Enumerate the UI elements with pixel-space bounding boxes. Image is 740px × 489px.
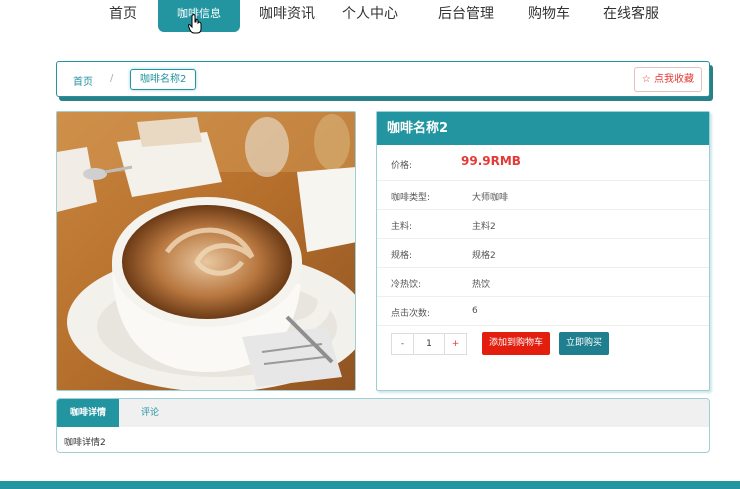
quantity-input[interactable]: 1	[414, 334, 444, 354]
buy-now-button[interactable]: 立即购买	[559, 332, 610, 355]
field-row: 主料: 主料2	[377, 210, 709, 239]
price-value: 99.9RMB	[461, 154, 521, 168]
field-value: 大师咖啡	[472, 193, 509, 203]
add-to-cart-button[interactable]: 添加到购物车	[482, 332, 551, 355]
product-title: 咖啡名称2	[377, 112, 709, 145]
field-label: 规格:	[391, 251, 413, 261]
tab-content: 咖啡详情2	[64, 438, 106, 448]
field-row: 规格: 规格2	[377, 239, 709, 268]
nav-item-personal-center[interactable]: 个人中心	[336, 0, 404, 32]
tab-comments[interactable]: 评论	[119, 399, 181, 427]
footer-bar	[0, 481, 740, 489]
nav-item-coffee-news[interactable]: 咖啡资讯	[253, 0, 321, 32]
quantity-increase-button[interactable]: +	[444, 334, 466, 354]
field-label: 点击次数:	[391, 309, 431, 319]
product-info-panel: 咖啡名称2 价格: 99.9RMB 咖啡类型: 大师咖啡 主料: 主料2 规格:…	[376, 111, 710, 391]
nav-item-cart[interactable]: 购物车	[522, 0, 576, 32]
field-value: 规格2	[472, 251, 496, 261]
breadcrumb-separator: /	[110, 73, 114, 84]
price-label: 价格:	[391, 161, 413, 171]
quantity-stepper: - 1 +	[391, 333, 467, 355]
field-label: 咖啡类型:	[391, 193, 431, 203]
field-row: 咖啡类型: 大师咖啡	[377, 181, 709, 210]
price-row: 价格: 99.9RMB	[377, 145, 709, 181]
hand-cursor-icon	[188, 14, 202, 34]
quantity-decrease-button[interactable]: -	[392, 334, 414, 354]
top-nav: 首页 咖啡信息 咖啡资讯 个人中心 后台管理 购物车 在线客服	[0, 0, 740, 32]
field-row: 冷热饮: 热饮	[377, 268, 709, 297]
nav-item-home[interactable]: 首页	[101, 0, 145, 32]
favorite-button[interactable]: ☆ 点我收藏	[633, 67, 702, 92]
field-row: 点击次数: 6	[377, 297, 709, 326]
field-value: 热饮	[472, 280, 491, 290]
tab-coffee-detail[interactable]: 咖啡详情	[57, 399, 119, 427]
field-label: 主料:	[391, 222, 413, 232]
detail-tabs: 咖啡详情 评论 咖啡详情2	[56, 398, 710, 453]
breadcrumb-home-link[interactable]: 首页	[73, 73, 93, 88]
field-label: 冷热饮:	[391, 280, 422, 290]
nav-item-admin[interactable]: 后台管理	[432, 0, 500, 32]
tab-header: 咖啡详情 评论	[57, 399, 709, 427]
product-image	[56, 111, 356, 391]
field-value: 6	[472, 306, 478, 316]
breadcrumb-current: 咖啡名称2	[130, 69, 197, 90]
field-value: 主料2	[472, 222, 496, 232]
breadcrumb: 首页 / 咖啡名称2 ☆ 点我收藏	[56, 61, 710, 97]
nav-item-online-service[interactable]: 在线客服	[597, 0, 665, 32]
purchase-row: - 1 + 添加到购物车 立即购买	[377, 326, 709, 360]
